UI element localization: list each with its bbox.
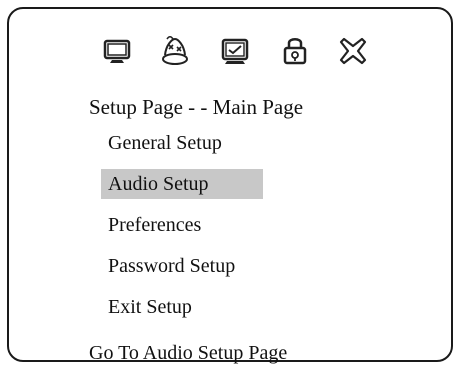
menu-item-general-setup[interactable]: General Setup [101,128,230,158]
monitor-icon[interactable] [97,31,137,71]
menu-item-exit-setup[interactable]: Exit Setup [101,292,200,322]
speaker-icon-graphic [162,35,188,65]
setup-icon-bar [97,31,397,73]
menu-item-audio-setup[interactable]: Audio Setup [101,169,263,199]
speaker-icon[interactable] [155,31,195,71]
setup-frame: Setup Page - - Main Page General Setup A… [7,7,453,364]
exit-icon-graphic [339,37,367,65]
preferences-icon[interactable] [215,31,255,71]
page-title: Setup Page - - Main Page [89,95,304,119]
exit-icon[interactable] [333,31,373,71]
menu-item-password-setup[interactable]: Password Setup [101,251,243,281]
lock-icon-graphic [283,38,307,65]
menu-item-preferences[interactable]: Preferences [101,210,209,240]
preferences-icon-graphic [221,38,249,64]
lock-icon[interactable] [275,31,315,71]
status-text: Go To Audio Setup Page [89,342,288,364]
monitor-icon-graphic [103,39,131,63]
